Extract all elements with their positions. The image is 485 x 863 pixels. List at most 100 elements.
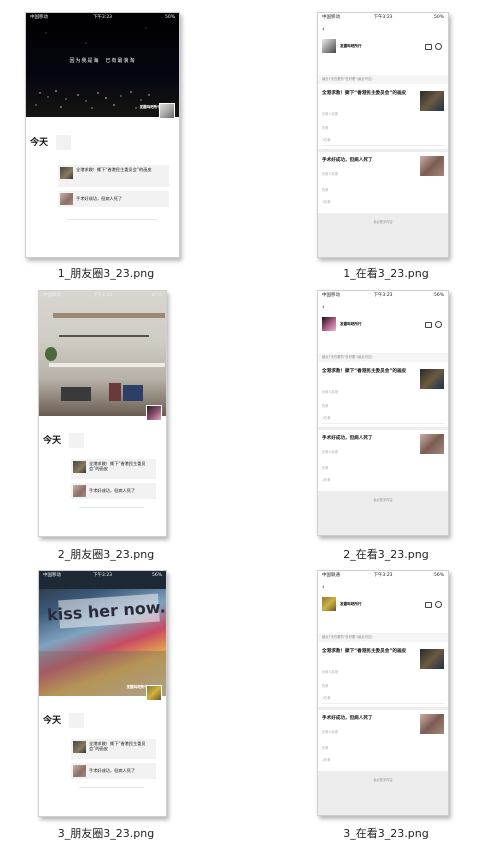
avatar[interactable] [322,597,336,611]
settings-icon[interactable] [435,601,442,608]
article-title: 手术好成功，但病人死了 [89,488,136,493]
article-source: 乐维人民报 [322,172,338,176]
section-gap [318,149,448,152]
article-thumb [420,91,444,111]
message-icon[interactable] [425,44,432,50]
article-title[interactable]: 手术好成功，但病人死了 [322,716,410,722]
divider [322,145,444,146]
time-label: 下午3:23 [373,15,393,20]
screenshot-thumbnail-watching-3[interactable]: 中国联通 下午3:23 56% ‹ 发霆吗吧所行 最近7天在看的"在好看"(最近… [317,570,449,816]
file-caption: 3_朋友圈3_23.png [57,827,155,840]
screenshot-thumbnail-moments-3[interactable]: kiss her now...now! 中国移动 下午3:23 56% 发霆吗吧… [38,570,167,817]
shared-article-row[interactable]: 手术好成功，但病人死了 [71,763,156,779]
post-placeholder [69,713,84,728]
username: 发霆吗吧所行 [340,322,362,326]
screenshot-thumbnail-moments-2[interactable]: 中国移动 下午3:23 87% 今天 全港求救！撕下“香港民主委员会”的画皮 手… [38,290,167,537]
back-icon[interactable]: ‹ [322,583,325,591]
back-icon[interactable]: ‹ [322,303,325,311]
message-icon[interactable] [425,602,432,608]
file-caption: 3_在看3_23.png [343,827,429,840]
article-title[interactable]: 手术好成功，但病人死了 [322,436,410,442]
settings-icon[interactable] [435,43,442,50]
file-caption: 2_朋友圈3_23.png [57,548,155,561]
shared-article-row[interactable]: 全港求救！撕下“香港民主委员会”的画皮 [58,165,169,187]
shared-article-row[interactable]: 手术好成功，但病人死了 [71,483,156,499]
avatar[interactable] [159,103,175,119]
username: 发霆吗吧所行 [340,44,362,48]
article-title: 全港求救！撕下“香港民主委员会”的画皮 [89,461,146,472]
seen-label: 在看 [322,188,329,192]
file-caption: 1_在看3_23.png [343,267,429,280]
views-label: 1在看 [322,478,331,482]
svg-text:kiss her now...now!: kiss her now...now! [46,593,166,624]
post-placeholder [69,433,84,448]
back-icon[interactable]: ‹ [322,25,325,33]
article-thumb [73,741,86,753]
status-bar: 中国移动 下午3:23 50% [318,13,448,22]
article-title[interactable]: 全港求救！撕下“香港民主委员会”的画皮 [322,369,414,375]
article-title: 手术好成功，但病人死了 [76,196,123,201]
time-label: 下午3:23 [92,15,113,20]
screenshot-thumbnail-watching-2[interactable]: 中国移动 下午3:23 56% ‹ 发霆吗吧所行 最近7天在看的"在好看"(最近… [317,290,449,536]
file-caption: 1_朋友圈3_23.png [57,267,155,280]
views-label: 1在看 [322,138,331,142]
notice-bar: 最近7天在看的"在好看"(最近可见) [318,75,448,84]
article-title: 全港求救！撕下“香港民主委员会”的画皮 [89,741,146,752]
today-label: 今天 [30,138,49,148]
avatar[interactable] [146,685,162,701]
screenshot-thumbnail-moments-1[interactable]: 中国移动 下午3:23 50% 因为我是海 已有最浪淘 发霆吗吧所行 今天 全港… [25,12,180,258]
seen-label: 在看 [322,126,329,130]
article-thumb [60,193,73,205]
article-title[interactable]: 全港求救！撕下“香港民主委员会”的画皮 [322,649,414,655]
time-label: 下午3:23 [92,293,113,298]
article-source: 乐维人民报 [322,730,338,734]
article-thumb [73,485,86,497]
status-bar: 中国移动 下午3:23 87% [39,291,166,300]
article-thumb [420,649,444,669]
divider [79,507,144,508]
shared-article-row[interactable]: 全港求救！撕下“香港民主委员会”的画皮 [71,739,156,759]
divider [66,219,157,220]
footer-note: 最近更多内容 [373,220,393,224]
avatar[interactable] [146,405,162,421]
article-title: 全港求救！撕下“香港民主委员会”的画皮 [76,167,152,172]
section-gap [318,707,448,710]
divider [322,423,444,424]
time-label: 下午3:23 [373,573,393,578]
cover-photo: 中国移动 下午3:23 87% [39,291,166,416]
footer-area: 最近更多内容 [318,491,448,535]
article-thumb [73,461,86,473]
cover-caption: 因为我是海 已有最浪淘 [69,58,136,64]
battery-label: 56% [433,293,444,298]
shared-article-row[interactable]: 全港求救！撕下“香港民主委员会”的画皮 [71,459,156,479]
message-icon[interactable] [425,322,432,328]
seen-label: 在看 [322,404,329,408]
article-title[interactable]: 手术好成功，但病人死了 [322,158,410,164]
avatar[interactable] [322,317,336,331]
article-source: 乐维人民报 [322,112,338,116]
footer-area: 最近更多内容 [318,213,448,257]
article-thumb [73,765,86,777]
status-bar: 中国移动 下午3:23 56% [318,291,448,300]
settings-icon[interactable] [435,321,442,328]
shared-article-row[interactable]: 手术好成功，但病人死了 [58,191,169,207]
views-label: 1在看 [322,696,331,700]
article-source: 乐维人民报 [322,450,338,454]
article-title[interactable]: 全港求救！撕下“香港民主委员会”的画皮 [322,91,414,97]
today-label: 今天 [43,436,62,446]
battery-label: 56% [151,573,162,578]
screenshot-thumbnail-watching-1[interactable]: 中国移动 下午3:23 50% ‹ 发霆吗吧所行 最近7天在看的"在好看"(最近… [317,12,449,258]
article-title: 手术好成功，但病人死了 [89,768,136,773]
views-label: 1在看 [322,758,331,762]
time-label: 下午3:23 [373,293,393,298]
time-label: 下午3:23 [92,573,113,578]
footer-area: 最近更多内容 [318,771,448,815]
notice-bar: 最近7天在看的"在好看"(最近可见) [318,353,448,362]
cover-photo: kiss her now...now! 中国移动 下午3:23 56% 发霆吗吧… [39,571,166,696]
divider [79,787,144,788]
status-bar: 中国联通 下午3:23 56% [318,571,448,580]
seen-label: 在看 [322,684,329,688]
article-thumb [420,156,444,176]
avatar[interactable] [322,39,336,53]
section-gap [318,427,448,430]
